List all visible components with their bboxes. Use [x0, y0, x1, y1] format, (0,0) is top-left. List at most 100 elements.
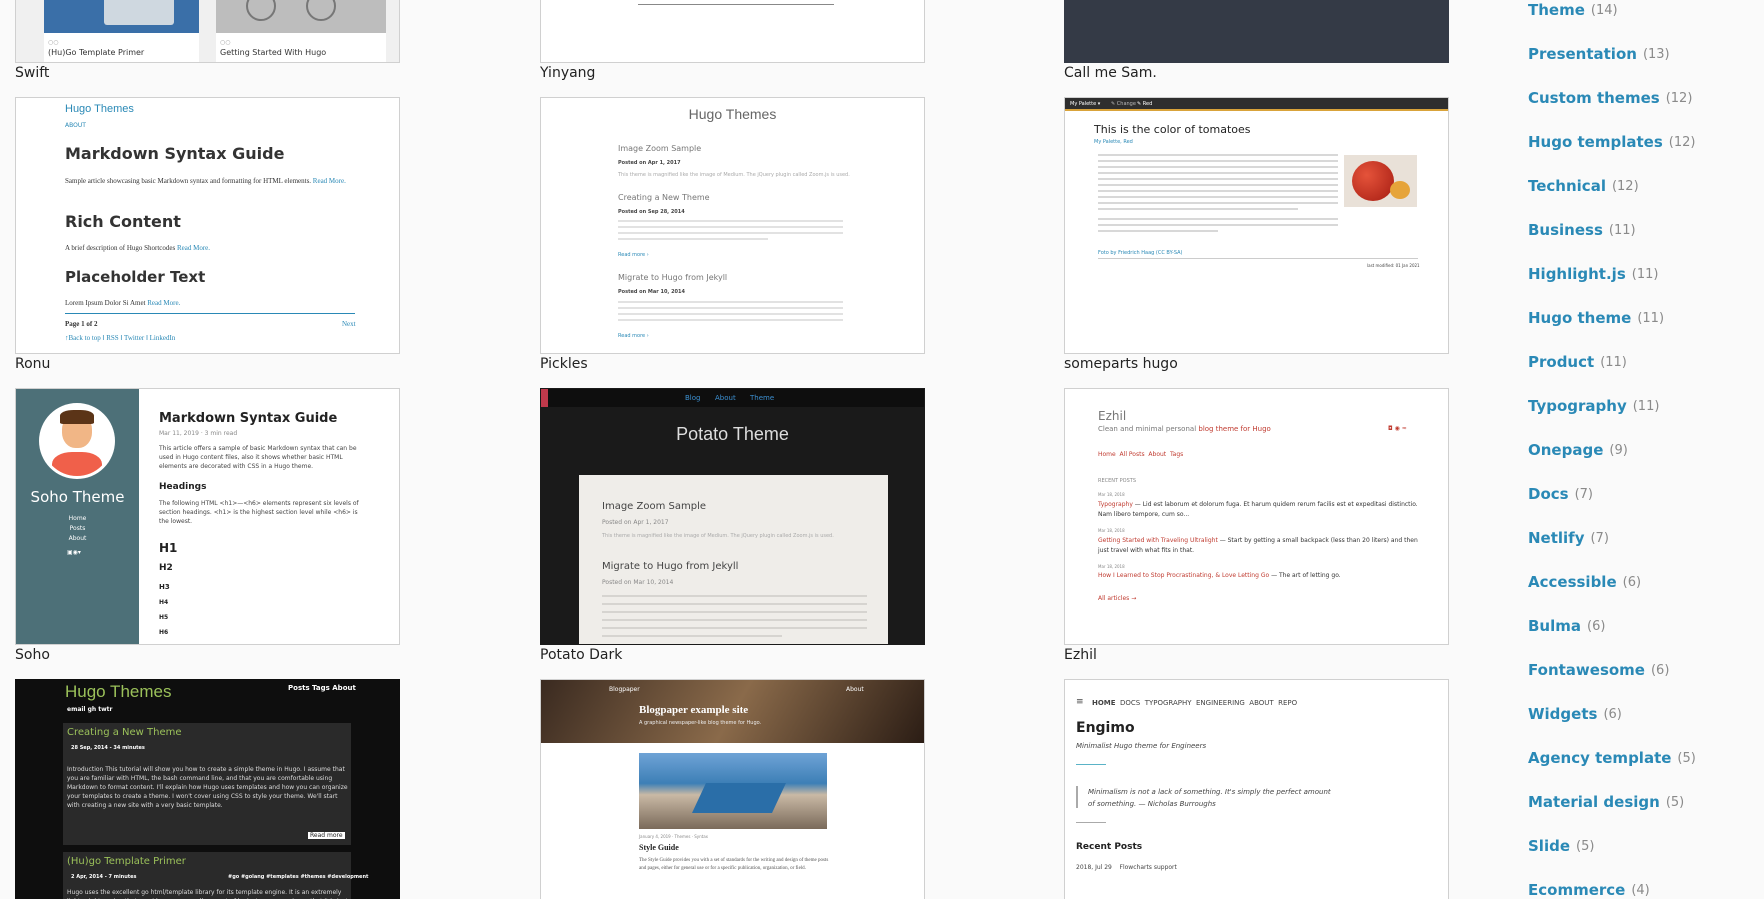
tag-typography[interactable]: Typography (11) [1528, 384, 1758, 428]
theme-name[interactable]: Potato Dark [540, 647, 622, 663]
tag-widgets[interactable]: Widgets (6) [1528, 692, 1758, 736]
tag-agency-template[interactable]: Agency template (5) [1528, 736, 1758, 780]
preview-post-image [639, 753, 827, 829]
social-icons: ▣◉▾ [67, 549, 81, 556]
preview-post: Getting Started with Traveling Ultraligh… [1098, 537, 1418, 554]
preview-text: (Hu)Go Template Primer [48, 48, 145, 57]
tag-material-design[interactable]: Material design (5) [1528, 780, 1758, 824]
preview-h6: H6 [159, 629, 169, 636]
preview-text: Sample article showcasing basic Markdown… [65, 177, 346, 185]
theme-name[interactable]: Soho [15, 647, 50, 663]
theme-thumbnail-pickles[interactable]: Hugo Themes Image Zoom Sample Posted on … [540, 97, 925, 354]
preview-footer: ↑Back to top ‖ RSS ‖ Twitter ‖ LinkedIn [65, 334, 176, 342]
theme-name[interactable]: Pickles [540, 356, 588, 372]
tag-fontawesome[interactable]: Fontawesome (6) [1528, 648, 1758, 692]
theme-name[interactable]: Swift [15, 65, 49, 81]
tag-count: (12) [1668, 134, 1696, 150]
tag-count: (11) [1637, 310, 1665, 326]
preview-image [44, 0, 199, 33]
tag-link[interactable]: Accessible [1528, 573, 1617, 591]
theme-name[interactable]: Call me Sam. [1064, 65, 1157, 81]
tag-theme[interactable]: Theme (14) [1528, 0, 1758, 32]
tag-ecommerce[interactable]: Ecommerce (4) [1528, 868, 1758, 899]
preview-content: Image Zoom Sample Posted on Apr 1, 2017 … [579, 475, 888, 644]
tag-link[interactable]: Onepage [1528, 441, 1603, 459]
theme-thumbnail-ezhil[interactable]: Ezhil Clean and minimal personal blog th… [1064, 388, 1449, 645]
preview-post-desc: This theme is magnified like the image o… [618, 172, 850, 178]
theme-thumbnail-hugo-themes-dark[interactable]: Hugo Themes Posts Tags About email gh tw… [15, 679, 400, 899]
preview-h1: H1 [159, 541, 178, 555]
tag-link[interactable]: Theme [1528, 1, 1585, 19]
theme-thumbnail-engimo[interactable]: ≡ HOME DOCS TYPOGRAPHY ENGINEERING ABOUT… [1064, 679, 1449, 899]
tag-business[interactable]: Business (11) [1528, 208, 1758, 252]
tag-custom-themes[interactable]: Custom themes (12) [1528, 76, 1758, 120]
theme-thumbnail-someparts-hugo[interactable]: My Palette ▾ ✎ Change ✎ Red This is the … [1064, 97, 1449, 354]
tag-link[interactable]: Business [1528, 221, 1603, 239]
tag-link[interactable]: Hugo theme [1528, 309, 1631, 327]
tag-accessible[interactable]: Accessible (6) [1528, 560, 1758, 604]
preview-text: The following HTML <h1>—<h6> elements re… [159, 500, 359, 525]
tag-link[interactable]: Widgets [1528, 705, 1597, 723]
tag-presentation[interactable]: Presentation (13) [1528, 32, 1758, 76]
preview-heading: Headings [159, 482, 207, 492]
theme-name[interactable]: someparts hugo [1064, 356, 1178, 372]
preview-heading: Markdown Syntax Guide [65, 144, 285, 163]
theme-thumbnail-call-me-sam[interactable] [1064, 0, 1449, 63]
theme-thumbnail-yinyang[interactable] [540, 0, 925, 63]
tag-count: (12) [1611, 178, 1639, 194]
preview-site-title: Soho Theme [30, 488, 125, 506]
preview-nav: Home [68, 515, 87, 522]
tag-link[interactable]: Agency template [1528, 749, 1671, 767]
tag-count: (11) [1631, 266, 1659, 282]
tag-link[interactable]: Bulma [1528, 617, 1581, 635]
tag-link[interactable]: Slide [1528, 837, 1570, 855]
tag-product[interactable]: Product (11) [1528, 340, 1758, 384]
tag-count: (9) [1609, 442, 1628, 458]
tag-count: (12) [1665, 90, 1693, 106]
preview-nav: About [68, 535, 87, 542]
tag-link[interactable]: Docs [1528, 485, 1569, 503]
preview-pagination: Page 1 of 2 [65, 320, 98, 328]
preview-heading: Style Guide [639, 843, 679, 852]
preview-text: A brief description of Hugo Shortcodes R… [65, 244, 211, 252]
preview-text: The Style Guide provides you with a set … [639, 858, 829, 871]
tag-link[interactable]: Presentation [1528, 45, 1637, 63]
tag-link[interactable]: Netlify [1528, 529, 1584, 547]
tag-onepage[interactable]: Onepage (9) [1528, 428, 1758, 472]
tag-count: (4) [1631, 882, 1650, 898]
tag-count: (11) [1600, 354, 1627, 370]
tag-link[interactable]: Fontawesome [1528, 661, 1645, 679]
tag-link[interactable]: Technical [1528, 177, 1606, 195]
tag-link[interactable]: Material design [1528, 793, 1660, 811]
theme-thumbnail-soho[interactable]: Soho Theme Home Posts About ▣◉▾ Markdown… [15, 388, 400, 645]
tag-bulma[interactable]: Bulma (6) [1528, 604, 1758, 648]
tag-link[interactable]: Highlight.js [1528, 265, 1626, 283]
tag-hugo-theme[interactable]: Hugo theme (11) [1528, 296, 1758, 340]
tag-link[interactable]: Custom themes [1528, 89, 1660, 107]
tag-highlightjs[interactable]: Highlight.js (11) [1528, 252, 1758, 296]
theme-thumbnail-blogpaper[interactable]: Blogpaper About Blogpaper example site A… [540, 679, 925, 899]
tag-link[interactable]: Hugo templates [1528, 133, 1663, 151]
theme-name[interactable]: Ronu [15, 356, 50, 372]
preview-post-date: Mar 18, 2018 [1098, 564, 1125, 569]
tag-count: (11) [1632, 398, 1660, 414]
tag-technical[interactable]: Technical (12) [1528, 164, 1758, 208]
tag-netlify[interactable]: Netlify (7) [1528, 516, 1758, 560]
tag-link[interactable]: Ecommerce [1528, 881, 1625, 899]
tag-docs[interactable]: Docs (7) [1528, 472, 1758, 516]
preview-site-title: Hugo Themes [65, 682, 172, 701]
theme-name[interactable]: Ezhil [1064, 647, 1097, 663]
tag-slide[interactable]: Slide (5) [1528, 824, 1758, 868]
theme-name[interactable]: Yinyang [540, 65, 595, 81]
theme-thumbnail-ronu[interactable]: Hugo Themes ABOUT Markdown Syntax Guide … [15, 97, 400, 354]
tag-link[interactable]: Product [1528, 353, 1594, 371]
preview-image [216, 0, 386, 33]
theme-thumbnail-potato-dark[interactable]: Blog About Theme Potato Theme Image Zoom… [540, 388, 925, 645]
preview-meta: January 4, 2019 · Themes · Syntax [639, 834, 709, 839]
preview-heading: This is the color of tomatoes [1094, 123, 1251, 136]
tag-hugo-templates[interactable]: Hugo templates (12) [1528, 120, 1758, 164]
preview-text: Getting Started With Hugo [220, 48, 327, 57]
theme-thumbnail-swift[interactable]: ○○ ○○ (Hu)Go Template Primer Getting Sta… [15, 0, 400, 63]
tag-link[interactable]: Typography [1528, 397, 1627, 415]
tag-count: (5) [1677, 750, 1696, 766]
